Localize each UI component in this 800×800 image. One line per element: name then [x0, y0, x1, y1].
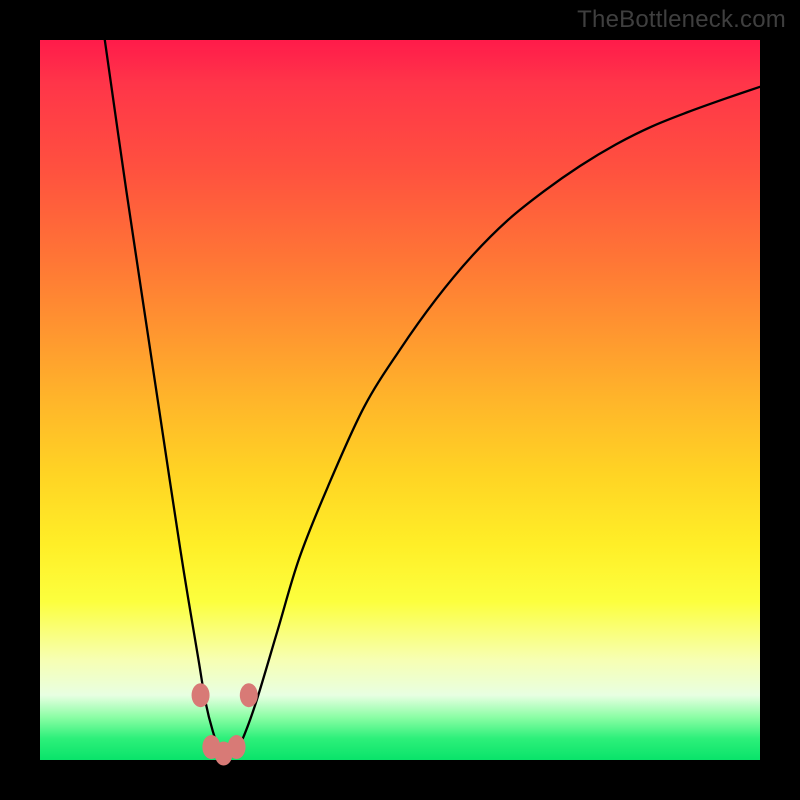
watermark-text: TheBottleneck.com [577, 6, 786, 34]
bottleneck-curve [105, 40, 760, 754]
marker-dot [192, 683, 210, 707]
chart-svg [40, 40, 760, 760]
chart-plot-area [40, 40, 760, 760]
chart-frame: TheBottleneck.com [0, 0, 800, 800]
marker-dot [240, 683, 258, 707]
marker-dot [228, 735, 246, 759]
